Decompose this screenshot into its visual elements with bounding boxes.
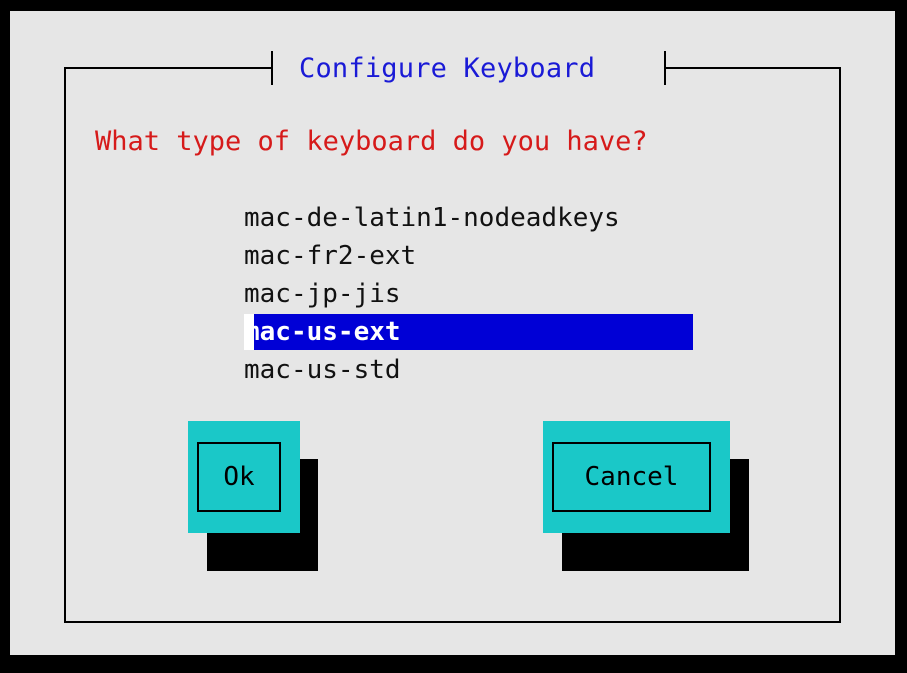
list-item[interactable]: mac-jp-jis bbox=[244, 275, 693, 313]
list-item-label: mac-fr2-ext bbox=[244, 241, 417, 271]
text-cursor bbox=[244, 314, 254, 350]
keyboard-prompt: What type of keyboard do you have? bbox=[95, 126, 648, 157]
ok-button[interactable]: Ok bbox=[188, 421, 300, 533]
list-item-label: mac-de-latin1-nodeadkeys bbox=[244, 203, 620, 233]
list-item[interactable]: mac-us-std bbox=[244, 351, 693, 389]
cancel-button[interactable]: Cancel bbox=[543, 421, 730, 533]
list-item-label: mac-us-std bbox=[244, 355, 401, 385]
list-item-label: mac-jp-jis bbox=[244, 279, 401, 309]
dialog-title: Configure Keyboard bbox=[299, 53, 596, 84]
ok-button-label: Ok bbox=[197, 442, 281, 512]
cancel-button-label: Cancel bbox=[552, 442, 711, 512]
list-item-label: mac-us-ext bbox=[244, 317, 401, 347]
list-item[interactable]: mac-fr2-ext bbox=[244, 237, 693, 275]
keyboard-list[interactable]: mac-de-latin1-nodeadkeys mac-fr2-ext mac… bbox=[244, 199, 693, 389]
list-item[interactable]: mac-de-latin1-nodeadkeys bbox=[244, 199, 693, 237]
list-item-selected[interactable]: mac-us-ext bbox=[244, 314, 693, 350]
